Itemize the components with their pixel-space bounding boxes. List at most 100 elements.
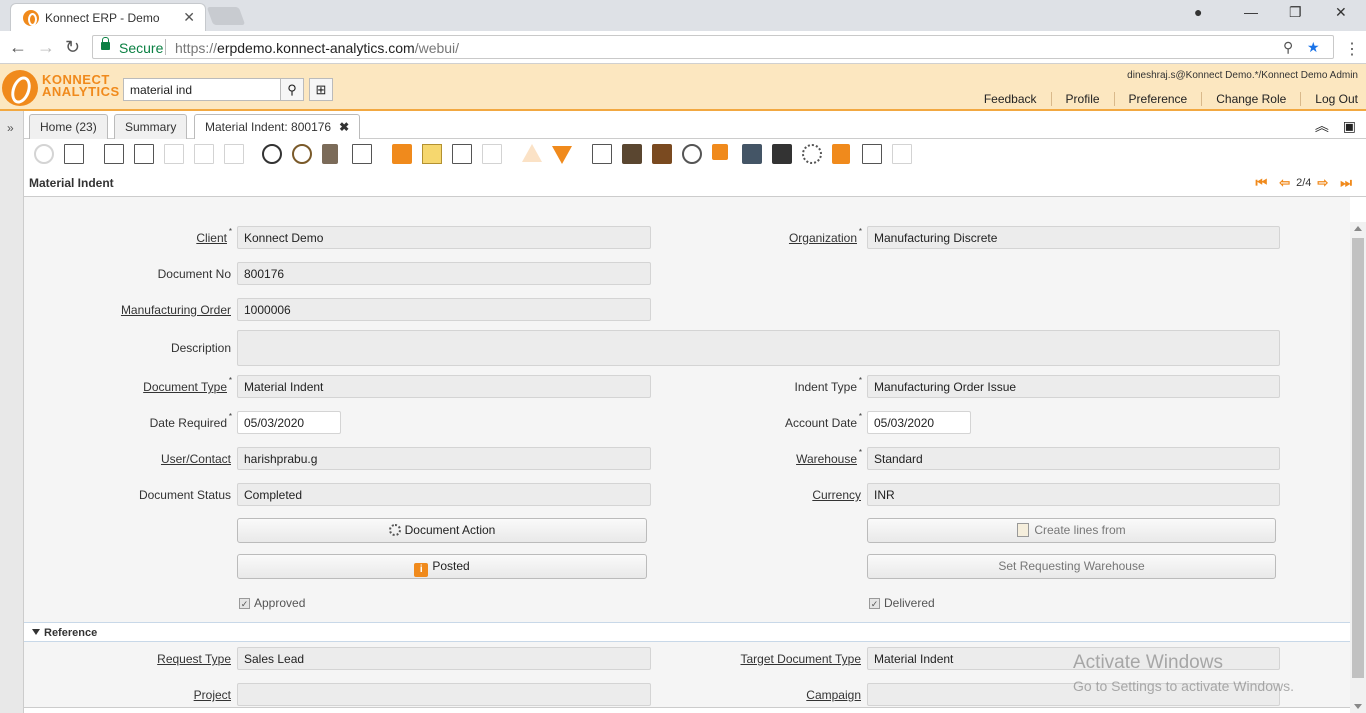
attachment-icon[interactable]	[322, 144, 338, 164]
reference-section-header[interactable]: Reference	[24, 622, 1350, 642]
scroll-thumb[interactable]	[1352, 238, 1364, 678]
bookmark-star-icon[interactable]: ★	[1307, 39, 1320, 56]
manufacturing-order-label[interactable]: Manufacturing Order	[31, 303, 231, 317]
user-contact-label[interactable]: User/Contact	[31, 452, 231, 466]
close-tab-icon[interactable]: ✖	[339, 120, 349, 134]
postit-icon[interactable]	[422, 144, 442, 164]
parent-record-icon[interactable]	[482, 144, 502, 164]
request-type-label[interactable]: Request Type	[31, 652, 231, 666]
change-role-link[interactable]: Change Role	[1201, 92, 1300, 106]
project-field[interactable]	[237, 683, 651, 706]
find-icon[interactable]	[292, 144, 312, 164]
scroll-up-icon[interactable]	[1354, 226, 1362, 231]
export-icon[interactable]	[832, 144, 850, 164]
copy-record-icon[interactable]	[134, 144, 154, 164]
new-record-icon[interactable]	[104, 144, 124, 164]
date-required-field[interactable]: 05/03/2020	[237, 411, 341, 434]
browser-menu-icon[interactable]: ⋮	[1344, 39, 1360, 59]
organization-label[interactable]: Organization *	[657, 227, 862, 245]
profile-icon[interactable]: ●	[1194, 4, 1202, 20]
refresh-icon[interactable]	[262, 144, 282, 164]
tab-home[interactable]: Home (23)	[29, 114, 108, 139]
detail-record-icon[interactable]	[552, 146, 572, 164]
user-contact-field[interactable]: harishprabu.g	[237, 447, 651, 470]
previous-record-icon[interactable]: ⇦	[1279, 175, 1290, 191]
workflow-icon[interactable]	[712, 144, 728, 160]
new-tab-button[interactable]	[206, 7, 246, 25]
client-label[interactable]: Client *	[27, 227, 232, 245]
key-icon[interactable]: ⚲	[1283, 39, 1293, 56]
document-type-field[interactable]: Material Indent	[237, 375, 651, 398]
west-panel-collapsed[interactable]: »	[0, 111, 24, 713]
org-tree-button[interactable]: ⊞	[309, 78, 333, 101]
target-document-type-label[interactable]: Target Document Type	[661, 652, 861, 666]
indent-type-field[interactable]: Manufacturing Order Issue	[867, 375, 1280, 398]
back-icon[interactable]: ←	[9, 37, 27, 58]
first-record-icon[interactable]: ⏮	[1255, 175, 1267, 191]
posted-button[interactable]: i Posted	[237, 554, 647, 579]
product-info-icon[interactable]	[742, 144, 762, 164]
collapse-header-icon[interactable]: ︽	[1315, 118, 1329, 134]
delivered-checkbox[interactable]: ✓ Delivered	[869, 596, 935, 610]
document-status-field[interactable]: Completed	[237, 483, 651, 506]
archive-icon[interactable]	[622, 144, 642, 164]
search-button[interactable]: ⚲	[280, 78, 304, 101]
reload-icon[interactable]: ↻	[65, 37, 80, 58]
delete-icon[interactable]	[164, 144, 184, 164]
chat-icon[interactable]	[392, 144, 412, 164]
expand-panel-icon[interactable]: »	[7, 121, 14, 135]
document-type-label[interactable]: Document Type *	[27, 376, 232, 394]
warehouse-label[interactable]: Warehouse *	[657, 448, 862, 466]
profile-link[interactable]: Profile	[1050, 92, 1114, 106]
grid-toggle-icon[interactable]	[452, 144, 472, 164]
close-window-icon[interactable]: ✕	[1335, 4, 1347, 21]
dropbox-icon[interactable]	[772, 144, 792, 164]
save-icon[interactable]	[194, 144, 214, 164]
browser-tab[interactable]: Konnect ERP - Demo ✕	[10, 3, 206, 31]
global-search-input[interactable]: material ind	[123, 78, 281, 101]
save-new-icon[interactable]	[224, 144, 244, 164]
zoom-across-icon[interactable]	[682, 144, 702, 164]
document-no-field[interactable]: 800176	[237, 262, 651, 285]
url-input[interactable]: Secure https://erpdemo.konnect-analytics…	[92, 35, 1334, 59]
project-label[interactable]: Project	[31, 688, 231, 702]
warehouse-field[interactable]: Standard	[867, 447, 1280, 470]
manufacturing-order-field[interactable]: 1000006	[237, 298, 651, 321]
report-icon[interactable]	[592, 144, 612, 164]
feedback-link[interactable]: Feedback	[970, 92, 1051, 106]
scroll-down-icon[interactable]	[1354, 704, 1362, 709]
logout-link[interactable]: Log Out	[1300, 92, 1358, 106]
approved-checkbox[interactable]: ✓ Approved	[239, 596, 305, 610]
request-type-field[interactable]: Sales Lead	[237, 647, 651, 670]
tab-actions: ︽ ▣	[1315, 116, 1356, 136]
undo-icon[interactable]	[34, 144, 54, 164]
minimize-icon[interactable]: —	[1244, 4, 1258, 20]
next-record-icon[interactable]: ⇨	[1317, 175, 1328, 191]
campaign-label[interactable]: Campaign	[661, 688, 861, 702]
import-icon[interactable]	[862, 144, 882, 164]
close-tab-icon[interactable]: ✕	[183, 9, 195, 26]
forward-icon[interactable]: →	[37, 37, 55, 58]
note-icon[interactable]	[352, 144, 372, 164]
last-record-icon[interactable]: ⏭	[1340, 175, 1352, 191]
help-icon[interactable]	[64, 144, 84, 164]
create-lines-from-button[interactable]: Create lines from	[867, 518, 1276, 543]
form-scrollbar[interactable]	[1350, 222, 1366, 713]
client-field[interactable]: Konnect Demo	[237, 226, 651, 249]
document-action-button[interactable]: Document Action	[237, 518, 647, 543]
process-icon[interactable]	[892, 144, 912, 164]
currency-field[interactable]: INR	[867, 483, 1280, 506]
preference-link[interactable]: Preference	[1113, 92, 1202, 106]
set-requesting-warehouse-button[interactable]: Set Requesting Warehouse	[867, 554, 1276, 579]
customize-icon[interactable]	[802, 144, 822, 164]
account-date-field[interactable]: 05/03/2020	[867, 411, 971, 434]
print-icon[interactable]	[652, 144, 672, 164]
previous-tab-icon[interactable]	[522, 144, 542, 162]
tab-material-indent[interactable]: Material Indent: 800176 ✖	[194, 114, 361, 140]
description-textarea[interactable]	[237, 330, 1280, 366]
organization-field[interactable]: Manufacturing Discrete	[867, 226, 1280, 249]
tab-summary[interactable]: Summary	[114, 114, 188, 139]
restore-icon[interactable]: ❐	[1289, 4, 1302, 21]
currency-label[interactable]: Currency	[661, 488, 861, 502]
window-list-icon[interactable]: ▣	[1343, 118, 1356, 134]
